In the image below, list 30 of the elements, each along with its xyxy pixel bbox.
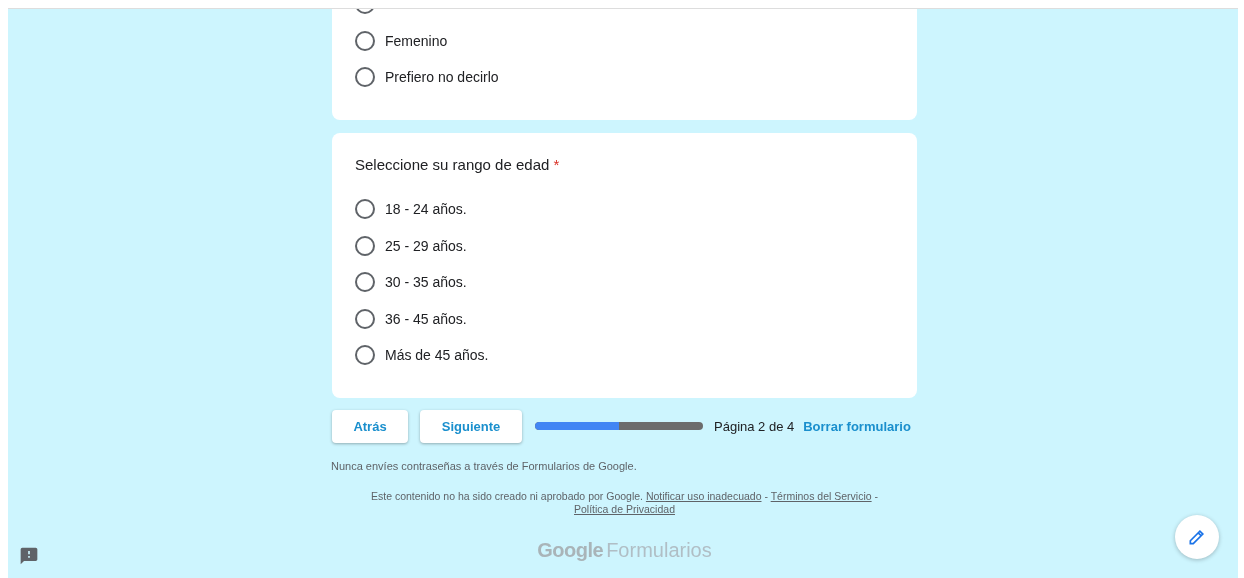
- page-indicator: Página 2 de 4: [714, 418, 795, 434]
- next-button[interactable]: Siguiente: [420, 409, 522, 443]
- option-label: Más de 45 años.: [385, 347, 489, 364]
- footer-link[interactable]: Notificar uso inadecuado: [645, 489, 762, 502]
- option-label: Femenino: [385, 32, 448, 49]
- option-label: 25 - 29 años.: [385, 237, 467, 254]
- option-label: 18 - 24 años.: [385, 201, 467, 218]
- option-label: Prefiero no decirlo: [385, 69, 499, 86]
- clear-form-link[interactable]: Borrar formulario: [803, 418, 911, 434]
- radio-button[interactable]: [355, 272, 375, 293]
- footer-link[interactable]: Política de Privacidad: [574, 502, 675, 515]
- disclaimer-text: Este contenido no ha sido creado ni aprobado por Google.: [370, 489, 643, 502]
- google-forms-logo: Google Formularios: [536, 538, 713, 562]
- radio-button[interactable]: [355, 235, 375, 256]
- radio-button[interactable]: [355, 30, 375, 51]
- separator-text: -: [873, 489, 879, 502]
- back-button[interactable]: Atrás: [332, 409, 408, 443]
- pencil-icon: [1187, 527, 1207, 547]
- separator-text: -: [763, 489, 769, 502]
- option-label: 30 - 35 años.: [385, 274, 467, 291]
- feedback-icon[interactable]: [19, 546, 39, 566]
- footer-link[interactable]: Términos del Servicio: [770, 489, 872, 502]
- radio-button[interactable]: [355, 67, 375, 88]
- edit-button[interactable]: [1175, 515, 1219, 559]
- question-title: Seleccione su rango de edad *: [355, 154, 561, 175]
- radio-button[interactable]: [355, 199, 375, 220]
- option-label: 36 - 45 años.: [385, 310, 467, 327]
- radio-button[interactable]: [355, 345, 375, 366]
- radio-button[interactable]: [355, 308, 375, 329]
- password-warning: Nunca envíes contraseñas a través de Formularios de Google.: [331, 459, 638, 472]
